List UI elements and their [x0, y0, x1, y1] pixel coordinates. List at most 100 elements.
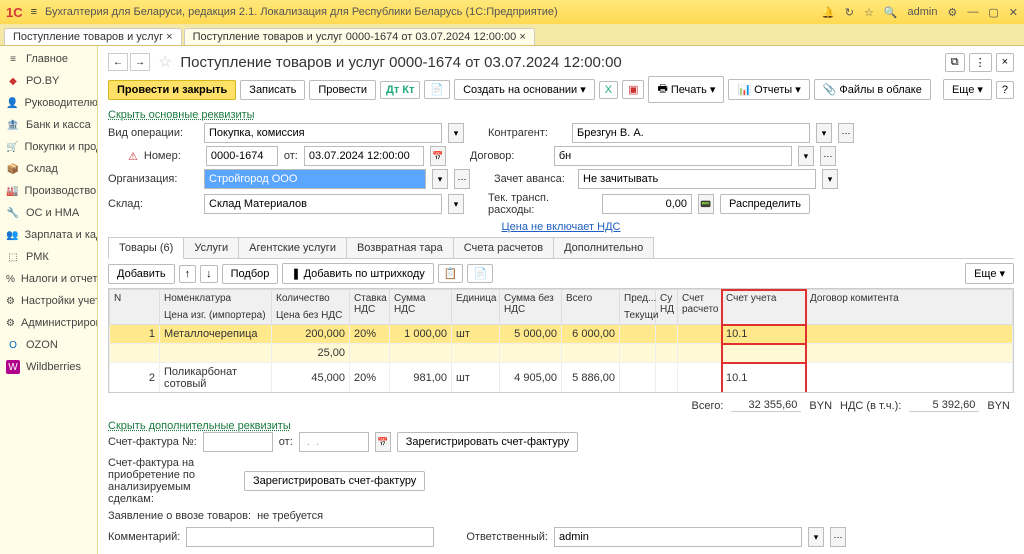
th-dogk[interactable]: Договор комитента	[806, 290, 1013, 325]
org-drop[interactable]: ▾	[432, 169, 448, 189]
close-doc-button[interactable]: ×	[996, 53, 1014, 72]
sidebar-item-sales[interactable]: 🛒Покупки и продажи	[0, 136, 97, 158]
sidebar-item-ozon[interactable]: OOZON	[0, 334, 97, 356]
th-acct[interactable]: Счет учета	[722, 290, 806, 325]
tab-extra[interactable]: Дополнительно	[553, 237, 654, 258]
sidebar-item-settings[interactable]: ⚙Настройки учета	[0, 290, 97, 312]
op-type-drop[interactable]: ▾	[448, 123, 464, 143]
org-field[interactable]	[204, 169, 426, 189]
max-icon[interactable]: ▢	[988, 6, 998, 19]
sidebar-item-manager[interactable]: 👤Руководителю	[0, 92, 97, 114]
org-open[interactable]: ⋯	[454, 169, 470, 189]
help-button[interactable]: ?	[996, 81, 1014, 99]
sidebar-item-tax[interactable]: %Налоги и отчетность	[0, 268, 97, 290]
star-icon[interactable]: ☆	[864, 6, 874, 19]
sidebar-item-admin[interactable]: ⚙Администрирование	[0, 312, 97, 334]
move-up-button[interactable]: ↑	[179, 265, 197, 283]
pick-button[interactable]: Подбор	[222, 264, 279, 284]
dog-drop[interactable]: ▾	[798, 146, 814, 166]
sidebar-item-roby[interactable]: ◆РО.BY	[0, 70, 97, 92]
settings-icon[interactable]: ⚙	[948, 6, 958, 19]
sf-date-picker[interactable]: 📅	[375, 432, 391, 452]
sidebar-item-assets[interactable]: 🔧ОС и НМА	[0, 202, 97, 224]
contractor-field[interactable]	[572, 123, 810, 143]
dt-kt-button[interactable]: Дт Кт	[380, 81, 420, 99]
th-acctr[interactable]: Счет расчето	[678, 290, 722, 325]
reports-button[interactable]: 📊 Отчеты ▾	[728, 79, 809, 100]
sidebar-item-warehouse[interactable]: 📦Склад	[0, 158, 97, 180]
table-row-sub[interactable]: 25,00	[110, 344, 1013, 363]
resp-field[interactable]	[554, 527, 802, 547]
files-button[interactable]: 📎 Файлы в облаке	[814, 79, 931, 100]
paste-button[interactable]: 📄	[467, 264, 493, 283]
vat-note-link[interactable]: Цена не включает НДС	[502, 221, 621, 233]
sf-no-field[interactable]	[203, 432, 273, 452]
favorite-star[interactable]: ☆	[158, 52, 172, 72]
tab-goods[interactable]: Товары (6)	[108, 237, 184, 259]
excel-button[interactable]: X	[599, 81, 618, 99]
print-button[interactable]: 🖶 Печать ▾	[648, 76, 724, 103]
more-button[interactable]: Еще ▾	[943, 79, 992, 100]
tab-agent[interactable]: Агентские услуги	[238, 237, 347, 258]
th-prev[interactable]: Пред...Текущи	[620, 290, 656, 325]
pdf-button[interactable]: ▣	[622, 80, 644, 99]
number-field[interactable]	[206, 146, 278, 166]
user-label[interactable]: admin	[908, 6, 938, 19]
wh-drop[interactable]: ▾	[448, 194, 464, 214]
nav-back[interactable]: ←	[108, 53, 128, 71]
barcode-button[interactable]: ❚ Добавить по штрихкоду	[282, 263, 433, 284]
tab-accounts[interactable]: Счета расчетов	[453, 237, 554, 258]
hide-main-link[interactable]: Скрыть основные реквизиты	[98, 107, 1024, 123]
search-icon[interactable]: 🔍	[884, 6, 898, 19]
th-sumvat[interactable]: Сумма НДС	[390, 290, 452, 325]
ctr-drop[interactable]: ▾	[816, 123, 832, 143]
th-nom[interactable]: НоменклатураЦена изг. (импортера)	[160, 290, 272, 325]
date-picker[interactable]: 📅	[430, 146, 446, 166]
sidebar-item-rmk[interactable]: ⬚РМК	[0, 246, 97, 268]
th-total[interactable]: Всего	[562, 290, 620, 325]
comment-field[interactable]	[186, 527, 434, 547]
post-close-button[interactable]: Провести и закрыть	[108, 80, 236, 100]
sidebar-item-bank[interactable]: 🏦Банк и касса	[0, 114, 97, 136]
distribute-button[interactable]: Распределить	[720, 194, 810, 214]
register-sf2-button[interactable]: Зарегистрировать счет-фактуру	[244, 471, 425, 491]
register-sf-button[interactable]: Зарегистрировать счет-фактуру	[397, 432, 578, 452]
doc-tab-0[interactable]: Поступление товаров и услуг ×	[4, 28, 182, 45]
dog-open[interactable]: ⋯	[820, 146, 836, 166]
avans-drop[interactable]: ▾	[822, 169, 838, 189]
move-down-button[interactable]: ↓	[200, 265, 218, 283]
history-icon[interactable]: ↻	[845, 6, 854, 19]
wh-field[interactable]	[204, 194, 442, 214]
transp-field[interactable]	[602, 194, 692, 214]
post-button[interactable]: Провести	[309, 80, 376, 100]
grid[interactable]: N НоменклатураЦена изг. (импортера) Коли…	[108, 288, 1014, 393]
tab-return[interactable]: Возвратная тара	[346, 237, 454, 258]
table-row[interactable]: 2Поликарбонат сотовый45,00020%981,00шт4 …	[110, 363, 1013, 394]
date-field[interactable]	[304, 146, 424, 166]
table-row[interactable]: 1Металлочерепица200,00020%1 000,00шт5 00…	[110, 325, 1013, 344]
contract-field[interactable]	[554, 146, 792, 166]
bell-icon[interactable]: 🔔	[821, 6, 835, 19]
create-based-button[interactable]: Создать на основании ▾	[454, 79, 595, 100]
sidebar-item-main[interactable]: ≡Главное	[0, 48, 97, 70]
th-su[interactable]: Су НД	[656, 290, 678, 325]
doc-tab-1[interactable]: Поступление товаров и услуг 0000-1674 от…	[184, 28, 535, 45]
save-button[interactable]: Записать	[240, 80, 305, 100]
grid-more-button[interactable]: Еще ▾	[965, 263, 1014, 284]
sf-date-field[interactable]	[299, 432, 369, 452]
th-unit[interactable]: Единица	[452, 290, 500, 325]
transp-calc[interactable]: 📟	[698, 194, 714, 214]
menu-button[interactable]: ⋮	[969, 53, 992, 72]
resp-drop[interactable]: ▾	[808, 527, 824, 547]
th-sumnovat[interactable]: Сумма без НДС	[500, 290, 562, 325]
copy-button[interactable]: 📋	[438, 264, 464, 283]
ctr-open[interactable]: ⋯	[838, 123, 854, 143]
th-qty[interactable]: КоличествоЦена без НДС	[272, 290, 350, 325]
avans-field[interactable]	[578, 169, 816, 189]
tab-services[interactable]: Услуги	[183, 237, 239, 258]
menu-icon[interactable]: ≡	[31, 6, 37, 18]
th-rate[interactable]: Ставка НДС	[350, 290, 390, 325]
sidebar-item-production[interactable]: 🏭Производство	[0, 180, 97, 202]
min-icon[interactable]: —	[967, 6, 978, 19]
report-icon-button[interactable]: 📄	[424, 80, 450, 99]
